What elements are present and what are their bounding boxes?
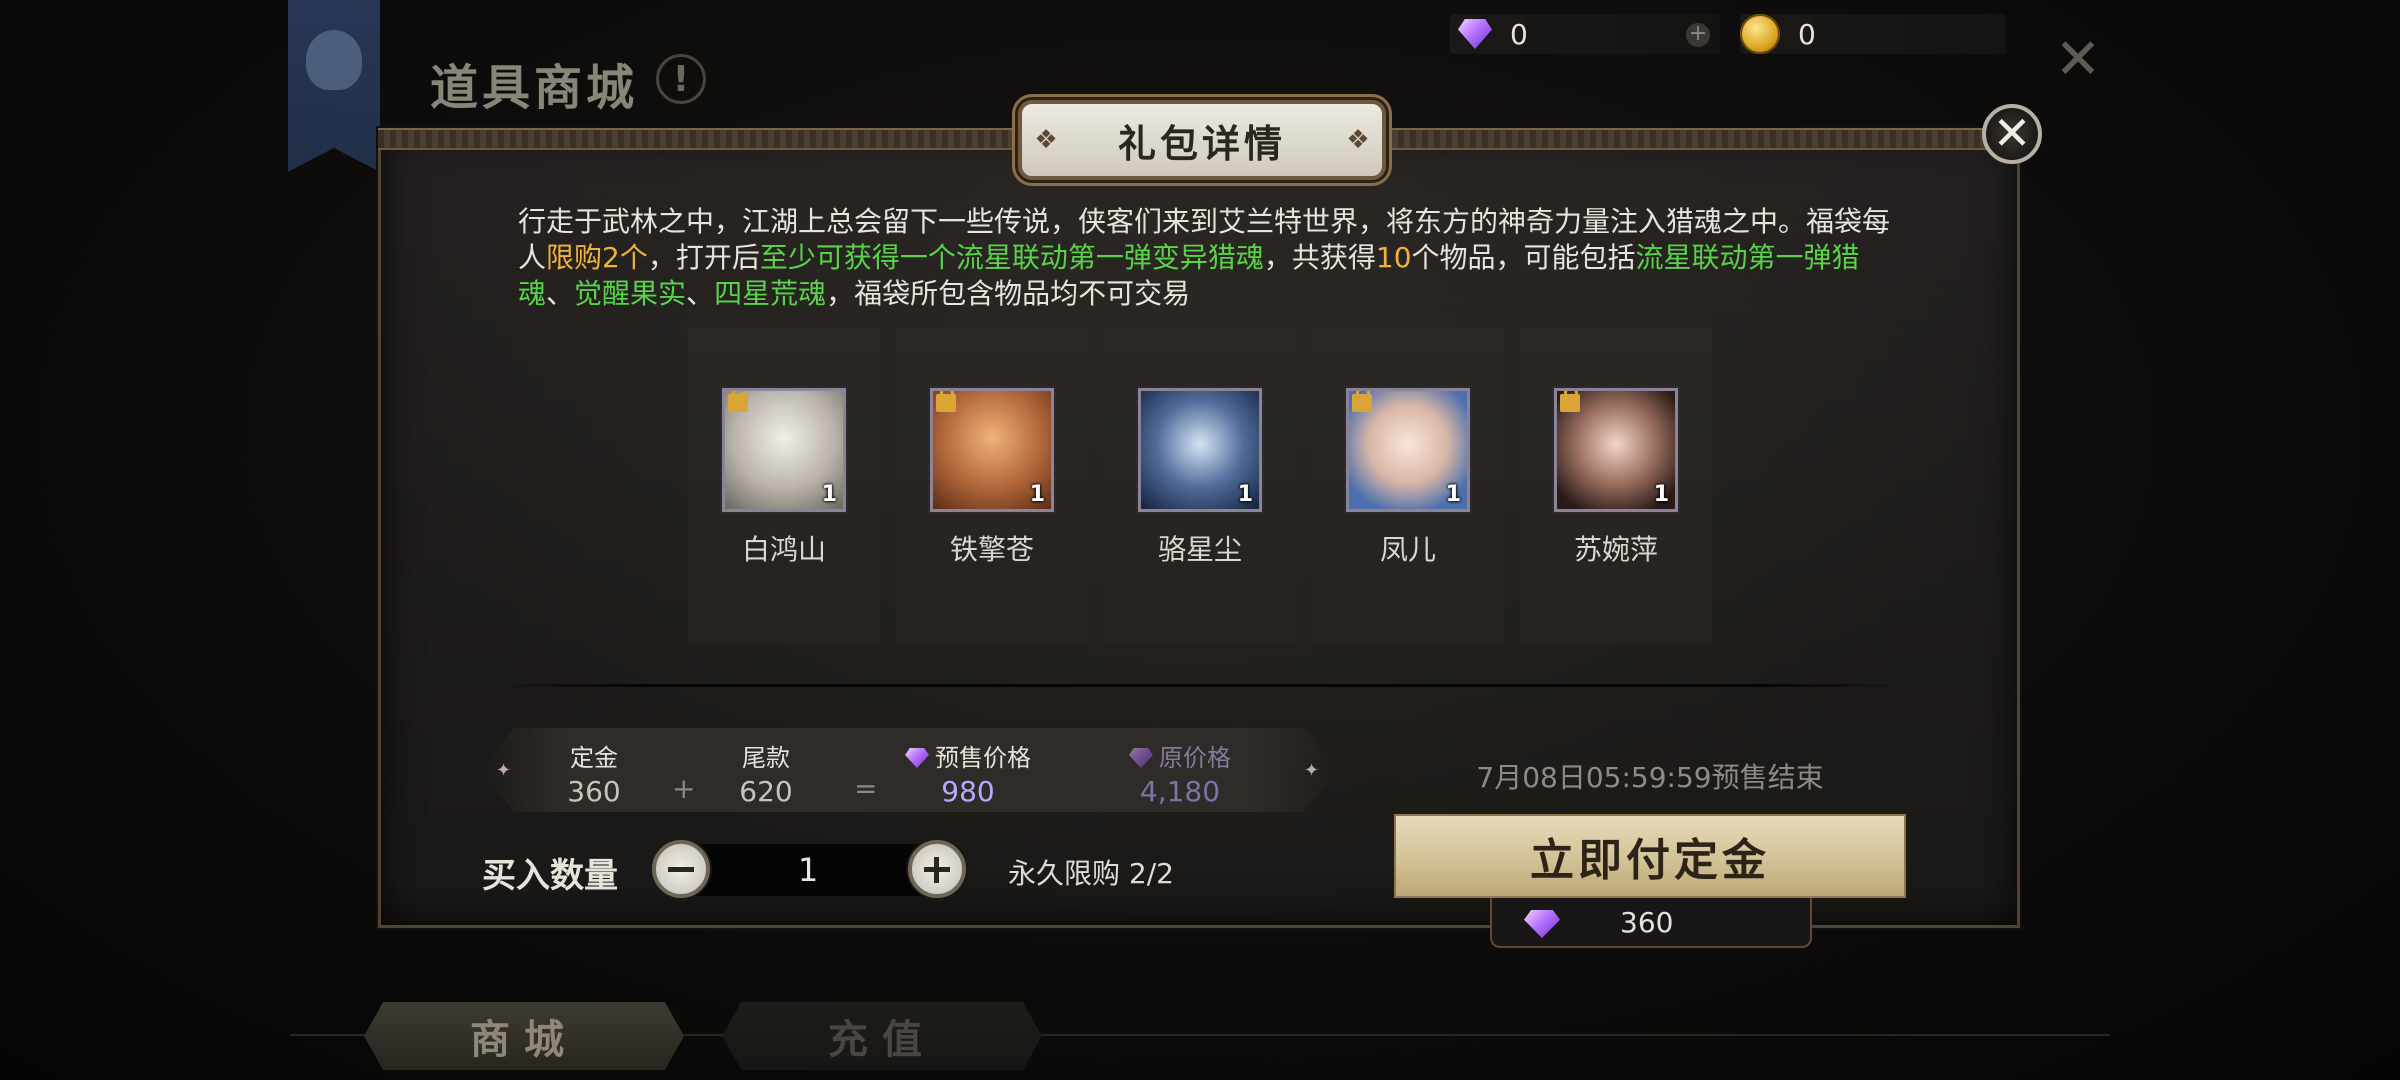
item-quantity: 1 (1029, 482, 1045, 507)
pay-price-value: 360 (1620, 906, 1674, 939)
hero-portrait: 1 (930, 388, 1054, 512)
reward-card[interactable]: 1 白鸿山 (688, 328, 880, 644)
plus-icon-vertical (934, 857, 939, 883)
hero-name: 骆星尘 (1157, 533, 1242, 566)
hero-portrait: 1 (1138, 388, 1262, 512)
hero-name: 凤儿 (1379, 533, 1436, 566)
ornament-right-icon: ❖ (1346, 125, 1370, 155)
ornament-left-icon: ❖ (1034, 125, 1058, 155)
tab-shop[interactable]: 商城 (364, 1002, 684, 1070)
hero-name: 白鸿山 (741, 533, 826, 566)
dialog-title: 礼包详情 (1117, 121, 1286, 166)
gem-icon (1458, 19, 1492, 49)
gold-amount: 0 (1798, 17, 1816, 51)
gift-description: 行走于武林之中，江湖上总会留下一些传说，侠客们来到艾兰特世界，将东方的神奇力量注… (518, 204, 1898, 312)
desc-text: 、 (546, 277, 575, 310)
lock-icon (1352, 391, 1372, 412)
gem-balance: 0 + (1450, 14, 1720, 54)
deposit-price: 定金 360 (544, 738, 644, 808)
original-price: 原价格 4,180 (1090, 738, 1270, 808)
hero-name: 铁擎苍 (949, 533, 1034, 566)
item-quantity: 1 (1445, 482, 1461, 507)
close-dialog-button[interactable]: ✕ (1982, 104, 2042, 164)
decrease-quantity-button[interactable] (652, 840, 710, 898)
shop-banner (288, 0, 380, 172)
item-quantity: 1 (1237, 482, 1253, 507)
gold-coin-icon (1740, 14, 1780, 54)
gem-icon (1129, 748, 1153, 768)
gem-icon (1524, 910, 1560, 938)
desc-text: ，共获得 (1263, 241, 1376, 274)
desc-text: ，福袋所包含物品均不可交易 (826, 277, 1191, 310)
desc-text: 个物品，可能包括 (1411, 241, 1636, 274)
equals-sign: = (854, 772, 878, 805)
original-label: 原价格 (1159, 744, 1231, 772)
sparkle-icon: ✦ (1304, 760, 1320, 781)
hero-portrait: 1 (1554, 388, 1678, 512)
minus-icon (668, 867, 694, 872)
sparkle-icon: ✦ (496, 760, 512, 781)
tab-recharge[interactable]: 充值 (722, 1002, 1042, 1070)
plus-sign: + (672, 772, 696, 805)
help-icon[interactable]: ! (656, 54, 706, 104)
presale-price: 预售价格 980 (878, 738, 1058, 808)
desc-item: 觉醒果实 (574, 277, 687, 310)
hero-portrait: 1 (1346, 388, 1470, 512)
reward-card[interactable]: 1 骆星尘 (1104, 328, 1296, 644)
hero-portrait: 1 (722, 388, 846, 512)
deposit-label: 定金 (570, 744, 618, 772)
desc-limit: 限购2个 (546, 241, 648, 274)
lock-icon (1560, 391, 1580, 412)
presale-value: 980 (941, 775, 995, 808)
lock-icon (936, 391, 956, 412)
increase-quantity-button[interactable] (908, 840, 966, 898)
hero-name: 苏婉萍 (1573, 533, 1658, 566)
balance-value: 620 (739, 775, 793, 808)
quantity-label: 买入数量 (482, 856, 618, 896)
reward-card[interactable]: 1 铁擎苍 (896, 328, 1088, 644)
gem-icon (905, 748, 929, 768)
presale-end-time: 7月08日05:59:59预售结束 (1476, 761, 1824, 794)
money-bag-icon (306, 30, 362, 90)
lock-icon (728, 391, 748, 412)
desc-item: 四星荒魂 (714, 277, 827, 310)
desc-count: 10 (1375, 241, 1412, 274)
gem-amount: 0 (1510, 17, 1528, 51)
desc-text: 、 (686, 277, 715, 310)
section-divider (496, 684, 1906, 687)
original-value: 4,180 (1139, 775, 1221, 808)
purchase-limit: 永久限购 2/2 (1008, 857, 1174, 890)
reward-card[interactable]: 1 凤儿 (1312, 328, 1504, 644)
deposit-value: 360 (567, 775, 621, 808)
reward-card[interactable]: 1 苏婉萍 (1520, 328, 1712, 644)
pay-price-tag: 360 (1490, 898, 1812, 948)
presale-label: 预售价格 (935, 744, 1031, 772)
balance-price: 尾款 620 (716, 738, 816, 808)
quantity-value: 1 (797, 851, 819, 889)
desc-text: ，打开后 (647, 241, 760, 274)
gold-balance: 0 (1740, 14, 2006, 54)
page-title: 道具商城 (430, 60, 639, 116)
item-quantity: 1 (821, 482, 837, 507)
item-quantity: 1 (1653, 482, 1669, 507)
add-gems-icon[interactable]: + (1686, 23, 1710, 47)
desc-guarantee: 至少可获得一个流星联动第一弹变异猎魂 (759, 241, 1264, 274)
pay-deposit-button[interactable]: 立即付定金 (1394, 814, 1906, 898)
dialog-title-plate: ❖ 礼包详情 ❖ (1018, 100, 1386, 180)
close-shop-button[interactable]: ✕ (2052, 32, 2104, 88)
balance-label: 尾款 (742, 744, 790, 772)
